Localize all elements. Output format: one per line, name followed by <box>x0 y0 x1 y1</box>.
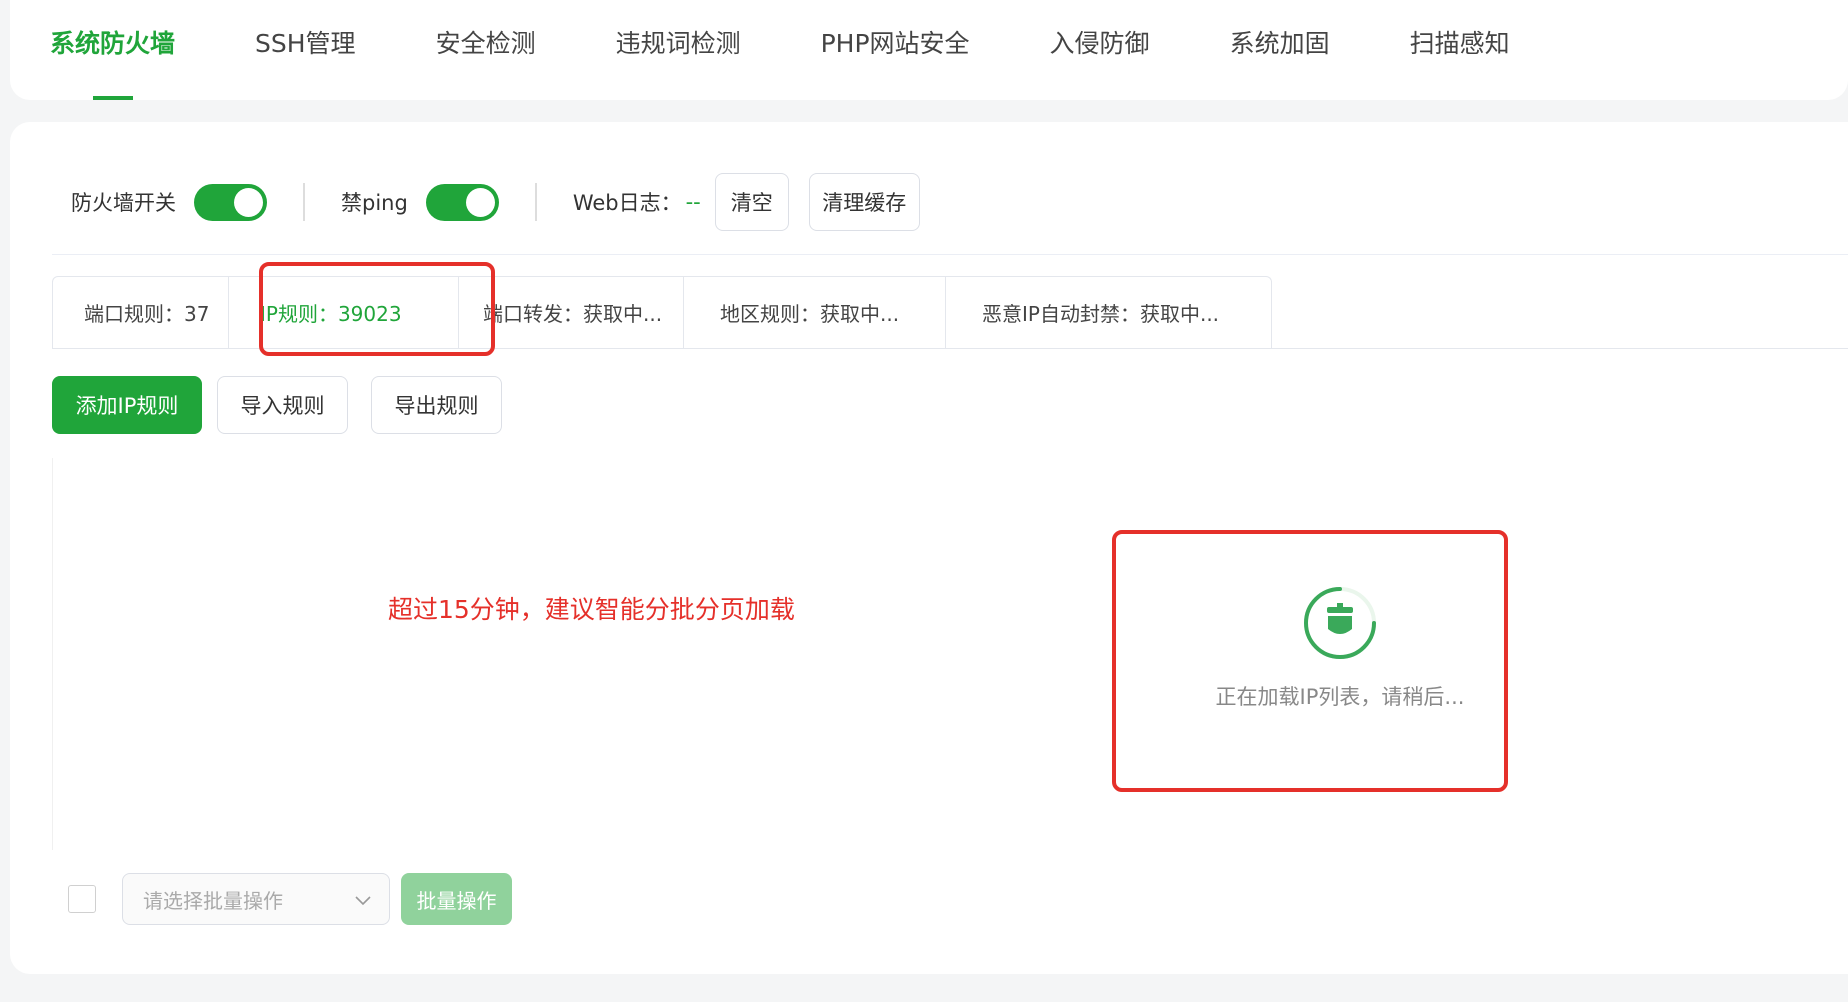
divider <box>534 183 537 221</box>
tab-prohibited-words[interactable]: 违规词检测 <box>576 0 781 100</box>
chevron-down-icon <box>355 887 371 911</box>
select-all-checkbox[interactable] <box>68 885 96 913</box>
loading-indicator: 正在加载IP列表，请稍后... <box>1150 585 1530 711</box>
divider <box>52 254 1848 255</box>
divider <box>303 183 305 221</box>
switch-row: 防火墙开关 禁ping Web日志： -- 清空 清理缓存 <box>10 172 1848 232</box>
firewall-toggle[interactable] <box>194 183 267 221</box>
batch-operation-button[interactable]: 批量操作 <box>401 873 512 925</box>
rule-tab-region[interactable]: 地区规则：获取中... <box>684 277 946 348</box>
add-ip-rule-button[interactable]: 添加IP规则 <box>52 376 202 434</box>
rule-tab-port[interactable]: 端口规则：37 <box>53 277 229 348</box>
batch-select-placeholder: 请选择批量操作 <box>143 888 283 913</box>
firewall-switch-label: 防火墙开关 <box>71 191 176 215</box>
annotation-text: 超过15分钟，建议智能分批分页加载 <box>388 595 795 624</box>
tab-scan-detection[interactable]: 扫描感知 <box>1370 0 1550 100</box>
import-rules-button[interactable]: 导入规则 <box>217 376 348 434</box>
annotation-highlight-ip-tab <box>259 262 495 356</box>
ip-rule-table-area <box>52 458 1848 850</box>
main-panel: 防火墙开关 禁ping Web日志： -- 清空 清理缓存 端口规则：37 IP… <box>10 122 1848 974</box>
tab-system-hardening[interactable]: 系统加固 <box>1190 0 1370 100</box>
tab-system-firewall[interactable]: 系统防火墙 <box>50 0 215 100</box>
loading-spinner-icon <box>1302 585 1378 661</box>
batch-footer: 请选择批量操作 批量操作 <box>68 873 512 925</box>
toggle-knob <box>465 187 495 217</box>
clear-log-button[interactable]: 清空 <box>714 173 789 231</box>
weblog-value: -- <box>685 190 701 214</box>
tab-security-check[interactable]: 安全检测 <box>396 0 576 100</box>
top-nav: 系统防火墙 SSH管理 安全检测 违规词检测 PHP网站安全 入侵防御 系统加固… <box>10 0 1848 100</box>
ping-toggle[interactable] <box>425 183 499 221</box>
rule-tab-malicious-ip[interactable]: 恶意IP自动封禁：获取中... <box>946 277 1271 348</box>
clear-cache-button[interactable]: 清理缓存 <box>808 173 920 231</box>
loading-text: 正在加载IP列表，请稍后... <box>1215 685 1465 709</box>
ping-switch-label: 禁ping <box>341 191 408 215</box>
tab-intrusion-prevention[interactable]: 入侵防御 <box>1010 0 1190 100</box>
weblog-label: Web日志： <box>572 191 682 215</box>
batch-operation-select[interactable]: 请选择批量操作 <box>122 873 390 925</box>
action-buttons: 添加IP规则 导入规则 导出规则 <box>52 376 502 434</box>
rule-tabs: 端口规则：37 IP规则：39023 端口转发：获取中... 地区规则：获取中.… <box>52 276 1272 348</box>
export-rules-button[interactable]: 导出规则 <box>371 376 502 434</box>
toggle-knob <box>234 187 263 217</box>
tab-ssh-management[interactable]: SSH管理 <box>215 0 396 100</box>
tab-php-site-security[interactable]: PHP网站安全 <box>781 0 1010 100</box>
